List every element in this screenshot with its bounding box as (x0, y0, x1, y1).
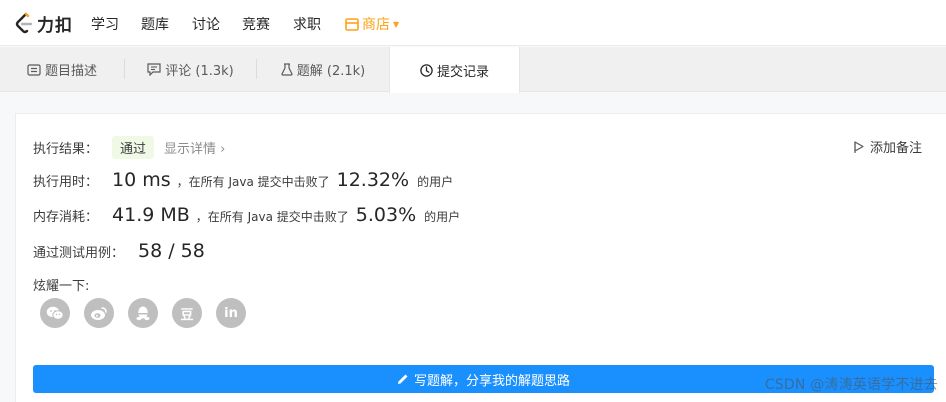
add-note-label: 添加备注 (869, 141, 922, 156)
memory-value: 41.9 MB (112, 204, 190, 226)
memory-label: 内存消耗： (33, 210, 99, 225)
description-icon (27, 63, 41, 76)
runtime-value: 10 ms (112, 169, 171, 191)
linkedin-icon[interactable]: in (216, 298, 246, 328)
runtime-suffix: 的用户 (417, 175, 454, 189)
chevron-down-icon: ▼ (393, 19, 400, 29)
leetcode-logo[interactable]: 力扣 (14, 11, 73, 36)
nav-item-problems[interactable]: 题库 (141, 14, 169, 34)
nav-store-label: 商店 (362, 17, 390, 33)
submission-result-panel: 执行结果： 通过 显示详情 › 添加备注 执行用时： 10 ms ，在所有 Ja… (15, 113, 946, 402)
qq-icon[interactable] (128, 298, 158, 328)
runtime-label: 执行用时： (33, 175, 99, 190)
tab-description-label: 题目描述 (44, 64, 97, 79)
runtime-percent: 12.32% (336, 169, 410, 191)
share-label: 炫耀一下: (33, 279, 90, 294)
write-solution-label: 写题解，分享我的解题思路 (413, 373, 570, 389)
clock-icon (420, 63, 433, 77)
memory-percent: 5.03% (355, 204, 417, 226)
tab-description[interactable]: 题目描述 (0, 47, 124, 92)
tab-solutions[interactable]: 题解 (2.1k) (257, 47, 389, 92)
result-row: 执行结果： 通过 显示详情 › (33, 136, 225, 159)
tab-submissions-label: 提交记录 (436, 64, 489, 80)
watermark: CSDN @涛涛英语学不进去 (764, 377, 938, 393)
result-label: 执行结果： (33, 142, 99, 157)
runtime-row: 执行用时： 10 ms ，在所有 Java 提交中击败了 12.32% 的用户 (33, 169, 453, 191)
nav-item-jobs[interactable]: 求职 (293, 14, 321, 34)
flag-icon (854, 140, 864, 153)
add-note-button[interactable]: 添加备注 (854, 137, 922, 156)
share-icons: 豆 in (40, 298, 260, 328)
top-navigation: 力扣 学习 题库 讨论 竞赛 求职 商店 ▼ (0, 0, 946, 46)
douban-icon[interactable]: 豆 (172, 298, 202, 328)
runtime-text: ，在所有 Java 提交中击败了 (176, 175, 330, 189)
nav-item-discuss[interactable]: 讨论 (192, 14, 220, 34)
store-icon (345, 17, 359, 31)
tests-row: 通过测试用例： 58 / 58 (33, 240, 205, 262)
status-badge: 通过 (112, 136, 155, 159)
nav-item-contest[interactable]: 竞赛 (242, 14, 270, 34)
show-details-link[interactable]: 显示详情 › (164, 138, 225, 157)
tests-label: 通过测试用例： (33, 246, 125, 261)
tests-value: 58 / 58 (138, 240, 205, 262)
tab-comments-label: 评论 (1.3k) (165, 64, 234, 79)
tab-solutions-label: 题解 (2.1k) (296, 64, 366, 79)
tab-comments[interactable]: 评论 (1.3k) (125, 47, 256, 92)
share-row: 炫耀一下: (33, 275, 89, 294)
pencil-icon (397, 374, 408, 384)
logo-text: 力扣 (37, 15, 73, 36)
tab-submissions[interactable]: 提交记录 (389, 47, 520, 93)
tab-bar: 题目描述 评论 (1.3k) 题解 (2.1k) 提交记录 (0, 47, 946, 93)
comment-icon (147, 63, 161, 76)
nav-item-learn[interactable]: 学习 (91, 14, 119, 34)
memory-row: 内存消耗： 41.9 MB ，在所有 Java 提交中击败了 5.03% 的用户 (33, 204, 460, 226)
flask-icon (281, 63, 293, 76)
leetcode-logo-icon (15, 12, 33, 34)
wechat-icon[interactable] (40, 298, 70, 328)
memory-text: ，在所有 Java 提交中击败了 (195, 210, 349, 224)
memory-suffix: 的用户 (424, 210, 461, 224)
nav-item-store[interactable]: 商店 ▼ (345, 14, 399, 34)
weibo-icon[interactable] (84, 298, 114, 328)
